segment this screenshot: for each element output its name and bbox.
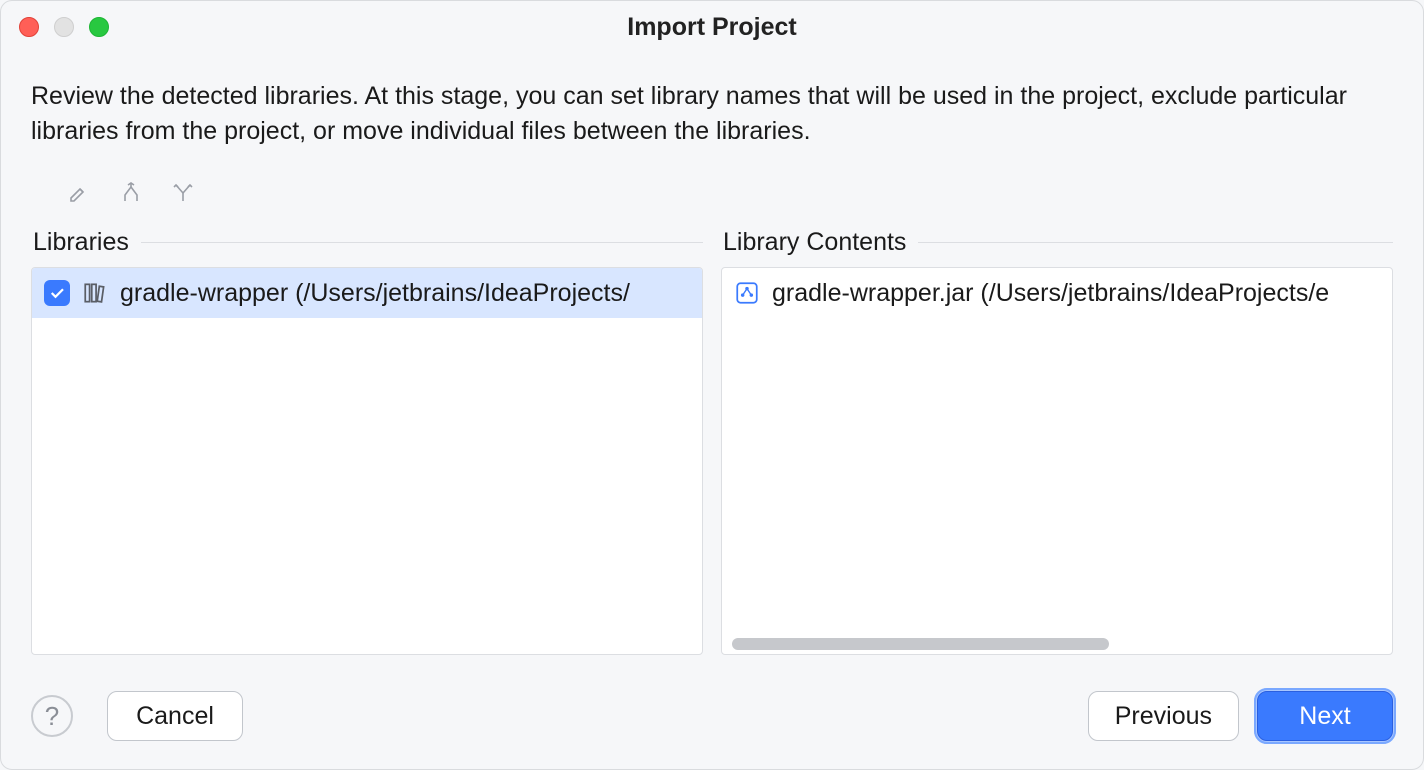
window-controls [19, 17, 109, 37]
contents-file-name: gradle-wrapper.jar (/Users/jetbrains/Ide… [772, 279, 1329, 308]
dialog-window: Import Project Review the detected libra… [0, 0, 1424, 770]
toolbar [31, 173, 1393, 228]
dialog-footer: ? Cancel Previous Next [1, 675, 1423, 769]
titlebar: Import Project [1, 1, 1423, 53]
library-contents-label: Library Contents [723, 228, 906, 257]
help-button[interactable]: ? [31, 695, 73, 737]
dialog-body: Review the detected libraries. At this s… [1, 53, 1423, 675]
window-zoom-button[interactable] [89, 17, 109, 37]
split-icon[interactable] [171, 181, 195, 210]
cancel-button[interactable]: Cancel [107, 691, 243, 741]
window-close-button[interactable] [19, 17, 39, 37]
window-minimize-button[interactable] [54, 17, 74, 37]
library-name: gradle-wrapper (/Users/jetbrains/IdeaPro… [120, 279, 630, 308]
horizontal-scrollbar[interactable] [732, 638, 1382, 650]
next-button[interactable]: Next [1257, 691, 1393, 741]
description-text: Review the detected libraries. At this s… [31, 79, 1393, 149]
previous-button[interactable]: Previous [1088, 691, 1239, 741]
dialog-title: Import Project [1, 13, 1423, 42]
library-list-item[interactable]: gradle-wrapper (/Users/jetbrains/IdeaPro… [32, 268, 702, 318]
library-contents-panel[interactable]: gradle-wrapper.jar (/Users/jetbrains/Ide… [721, 267, 1393, 655]
libraries-panel[interactable]: gradle-wrapper (/Users/jetbrains/IdeaPro… [31, 267, 703, 655]
scrollbar-thumb[interactable] [732, 638, 1109, 650]
panels-row: gradle-wrapper (/Users/jetbrains/IdeaPro… [31, 267, 1393, 655]
panel-headers: Libraries Library Contents [31, 228, 1393, 267]
rename-icon[interactable] [67, 181, 91, 210]
merge-icon[interactable] [119, 181, 143, 210]
library-checkbox[interactable] [44, 280, 70, 306]
library-icon [82, 280, 108, 306]
libraries-label: Libraries [33, 228, 129, 257]
divider [918, 242, 1393, 243]
contents-list-item[interactable]: gradle-wrapper.jar (/Users/jetbrains/Ide… [722, 268, 1392, 318]
divider [141, 242, 703, 243]
jar-file-icon [734, 280, 760, 306]
